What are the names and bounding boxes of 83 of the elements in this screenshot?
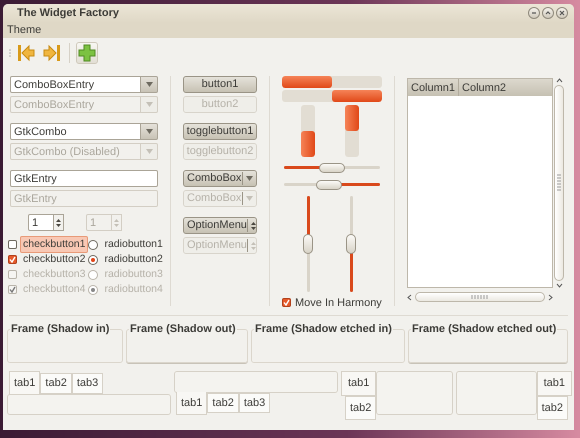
slider-thumb[interactable] [319, 163, 345, 174]
horizontal-scrollbar[interactable] [415, 292, 545, 302]
slider-thumb[interactable] [302, 234, 312, 254]
checkbox[interactable] [8, 240, 17, 249]
minimize-button[interactable] [528, 7, 540, 19]
caret-icon [146, 102, 152, 107]
checkbox[interactable] [282, 298, 291, 308]
text-field[interactable]: GtkEntry [10, 170, 158, 187]
check-icon [9, 286, 16, 293]
maximize-button[interactable] [542, 7, 554, 19]
add-button[interactable] [76, 42, 98, 64]
down-arrow-icon [114, 224, 119, 226]
right-arrow-icon [43, 44, 61, 62]
slider[interactable] [344, 196, 356, 292]
spin-field[interactable]: 1 [28, 214, 54, 231]
frame-title: Frame (Shadow out) [129, 321, 237, 338]
up-arrow-icon [250, 242, 256, 244]
scroll-right-icon [548, 294, 553, 300]
forward-button[interactable] [41, 42, 63, 64]
checkbox-label[interactable]: checkbutton2 [20, 250, 88, 268]
slider-thumb[interactable] [316, 180, 342, 190]
radio-button[interactable] [88, 240, 98, 250]
down-arrow-icon [250, 246, 256, 250]
check-icon [9, 256, 16, 263]
option-menu[interactable]: OptionMenu [183, 217, 257, 234]
radio-label[interactable]: radiobutton1 [101, 236, 166, 254]
down-arrow-icon [56, 224, 61, 226]
window-title: The Widget Factory [17, 6, 119, 21]
up-arrow-icon [56, 218, 61, 222]
close-button[interactable] [556, 7, 568, 19]
tab[interactable]: tab2 [536, 396, 568, 420]
checkbox-label[interactable]: Move In Harmony [295, 294, 382, 311]
caret-icon [146, 82, 152, 87]
spin-button[interactable] [54, 214, 64, 231]
down-arrow-icon [250, 226, 256, 230]
left-arrow-icon [17, 44, 35, 62]
grip-icon [470, 295, 490, 299]
slider[interactable] [302, 196, 314, 292]
plus-icon [78, 44, 96, 62]
tab[interactable]: tab1 [341, 371, 376, 396]
push-button[interactable]: togglebutton1 [183, 123, 257, 140]
radio-label[interactable]: radiobutton2 [101, 250, 166, 268]
combo-box[interactable]: ComboBox [183, 170, 257, 187]
caret-icon [246, 196, 253, 201]
scroll-left-icon [407, 294, 412, 300]
frame-title: Frame (Shadow etched in) [254, 321, 393, 338]
check-icon [283, 299, 290, 306]
slider-thumb[interactable] [346, 234, 356, 254]
back-button[interactable] [15, 42, 37, 64]
tab[interactable]: tab1 [9, 371, 40, 394]
checkbox[interactable] [8, 255, 17, 264]
tab[interactable]: tab3 [72, 373, 104, 394]
column-header[interactable]: Column1 [408, 79, 460, 96]
grip-icon [557, 173, 561, 193]
checkbox-label[interactable]: checkbutton1 [20, 236, 88, 254]
close-icon [558, 9, 566, 17]
tab[interactable]: tab3 [238, 392, 270, 413]
scroll-up-icon [556, 78, 562, 83]
dropdown-button[interactable] [141, 76, 158, 93]
radio-button[interactable] [88, 254, 98, 264]
tab[interactable]: tab2 [40, 373, 72, 394]
tab[interactable]: tab2 [345, 396, 376, 420]
column-header[interactable]: Column2 [459, 79, 552, 96]
tab[interactable]: tab1 [536, 371, 572, 396]
frame-title: Frame (Shadow etched out) [411, 321, 558, 338]
frame-title: Frame (Shadow in) [10, 321, 110, 338]
caret-icon [146, 149, 152, 154]
combo-entry-field[interactable]: GtkCombo [10, 123, 141, 140]
caret-icon [146, 129, 152, 134]
tab[interactable]: tab1 [176, 392, 208, 415]
tab[interactable]: tab2 [207, 392, 239, 413]
slider[interactable] [284, 178, 380, 192]
slider[interactable] [284, 161, 380, 174]
combo-entry-field[interactable]: ComboBoxEntry [10, 76, 141, 93]
dropdown-button[interactable] [141, 123, 158, 140]
maximize-icon [544, 9, 552, 17]
push-button[interactable]: button1 [183, 76, 257, 93]
scroll-down-icon [556, 283, 562, 288]
caret-icon [246, 176, 253, 181]
menu-item[interactable]: Theme [5, 22, 44, 38]
vertical-scrollbar[interactable] [554, 85, 564, 281]
up-arrow-icon [114, 218, 119, 222]
up-arrow-icon [250, 222, 256, 224]
